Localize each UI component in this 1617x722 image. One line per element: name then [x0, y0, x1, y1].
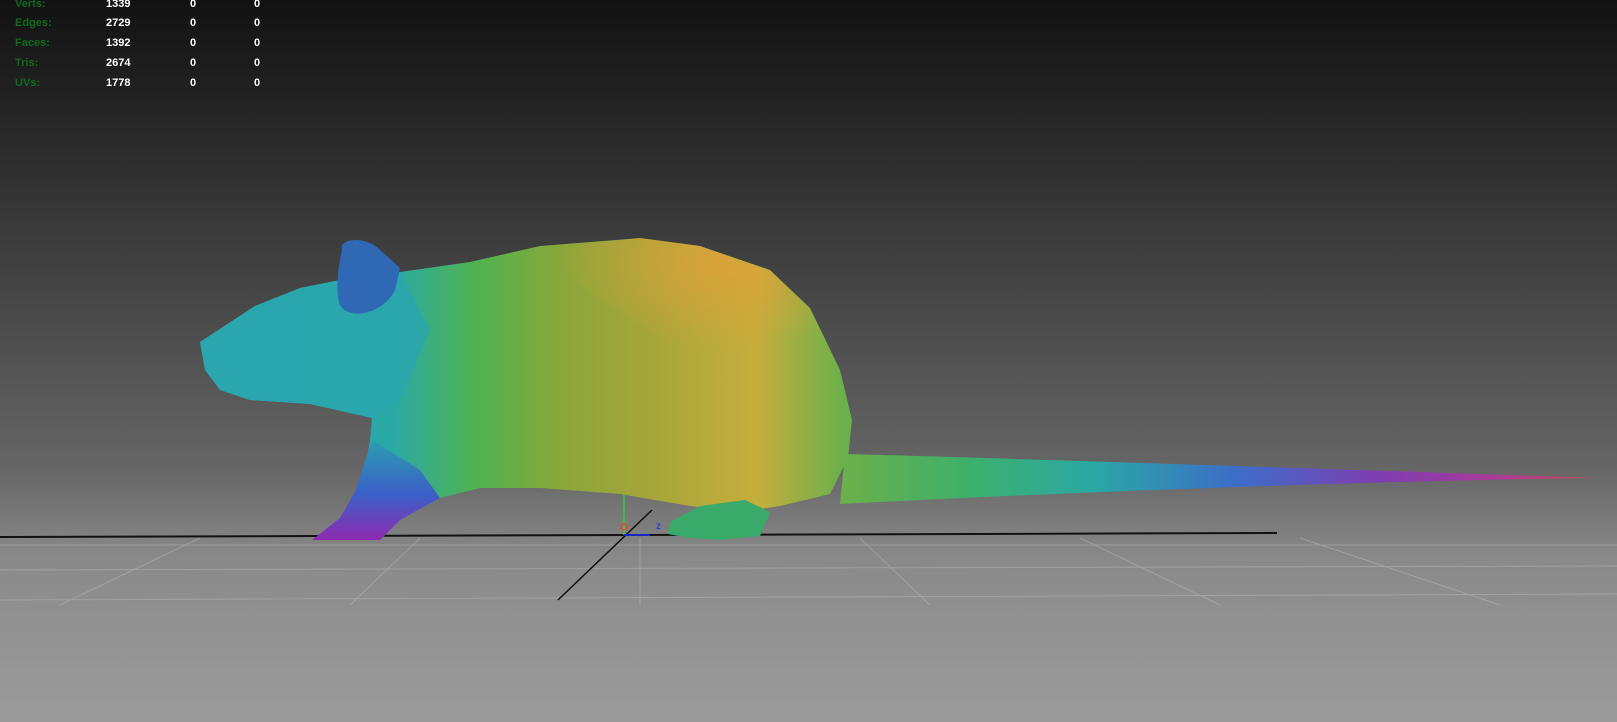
axis-z-label: z [656, 521, 661, 532]
view-axis-gizmo-icon [620, 495, 650, 536]
ground-grid [0, 537, 1617, 606]
rat-hind-foot [668, 500, 770, 540]
rat-head [200, 272, 430, 418]
3d-viewport[interactable] [0, 0, 1617, 722]
rat-mesh[interactable] [200, 238, 1598, 540]
axis-line [557, 509, 653, 601]
rat-tail [840, 454, 1598, 504]
